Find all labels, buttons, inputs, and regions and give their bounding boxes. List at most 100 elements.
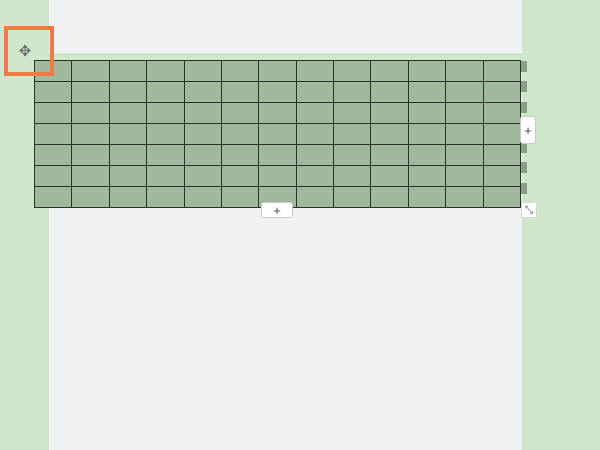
table-cell[interactable]: [33, 123, 73, 145]
add-column-button[interactable]: +: [520, 116, 536, 144]
table-cell[interactable]: [183, 60, 222, 82]
table-grid[interactable]: [33, 60, 521, 208]
table-cell[interactable]: [108, 186, 148, 208]
table-cell[interactable]: [370, 186, 409, 208]
table-cell[interactable]: [33, 102, 73, 124]
table-cell[interactable]: [146, 144, 185, 166]
table-cell[interactable]: [295, 123, 335, 145]
table-cell[interactable]: [332, 102, 372, 124]
table-cell[interactable]: [407, 165, 447, 187]
table-cell[interactable]: [332, 123, 372, 145]
table-move-handle[interactable]: ✥: [14, 40, 36, 62]
table-cell[interactable]: [445, 186, 484, 208]
table-cell[interactable]: [332, 165, 372, 187]
table-cell[interactable]: [183, 165, 222, 187]
row-handle[interactable]: [521, 162, 527, 174]
table-cell[interactable]: [33, 186, 73, 208]
row-handle[interactable]: [521, 61, 527, 72]
table-cell[interactable]: [445, 144, 484, 166]
table-cell[interactable]: [370, 102, 409, 124]
table-cell[interactable]: [370, 81, 409, 103]
row-handle[interactable]: [521, 81, 527, 93]
table-cell[interactable]: [183, 102, 222, 124]
table-cell[interactable]: [482, 123, 521, 145]
table[interactable]: [33, 60, 521, 208]
add-row-button[interactable]: +: [261, 202, 293, 218]
table-cell[interactable]: [407, 81, 447, 103]
table-cell[interactable]: [482, 144, 521, 166]
table-cell[interactable]: [108, 81, 148, 103]
table-cell[interactable]: [295, 60, 335, 82]
table-cell[interactable]: [407, 60, 447, 82]
row-handle[interactable]: [521, 182, 527, 194]
table-cell[interactable]: [407, 102, 447, 124]
table-cell[interactable]: [146, 123, 185, 145]
table-cell[interactable]: [482, 102, 521, 124]
table-cell[interactable]: [295, 102, 335, 124]
table-cell[interactable]: [108, 165, 148, 187]
table-cell[interactable]: [108, 144, 148, 166]
table-cell[interactable]: [183, 123, 222, 145]
table-cell[interactable]: [71, 60, 110, 82]
table-cell[interactable]: [220, 102, 260, 124]
table-cell[interactable]: [71, 165, 110, 187]
table-cell[interactable]: [33, 165, 73, 187]
table-cell[interactable]: [33, 144, 73, 166]
table-cell[interactable]: [482, 186, 521, 208]
table-cell[interactable]: [332, 144, 372, 166]
table-cell[interactable]: [183, 81, 222, 103]
table-cell[interactable]: [482, 60, 521, 82]
table-cell[interactable]: [445, 60, 484, 82]
table-cell[interactable]: [295, 165, 335, 187]
table-cell[interactable]: [258, 81, 297, 103]
table-cell[interactable]: [445, 165, 484, 187]
table-cell[interactable]: [445, 102, 484, 124]
table-cell[interactable]: [370, 144, 409, 166]
table-cell[interactable]: [258, 165, 297, 187]
table-cell[interactable]: [71, 186, 110, 208]
table-cell[interactable]: [71, 102, 110, 124]
table-resize-handle[interactable]: ⤡: [521, 202, 537, 218]
row-handle[interactable]: [521, 101, 527, 113]
table-cell[interactable]: [71, 144, 110, 166]
table-cell[interactable]: [183, 144, 222, 166]
table-cell[interactable]: [220, 144, 260, 166]
table-cell[interactable]: [108, 102, 148, 124]
table-cell[interactable]: [407, 144, 447, 166]
table-cell[interactable]: [370, 123, 409, 145]
table-cell[interactable]: [295, 144, 335, 166]
table-cell[interactable]: [146, 165, 185, 187]
table-cell[interactable]: [108, 123, 148, 145]
table-cell[interactable]: [108, 60, 148, 82]
table-cell[interactable]: [295, 186, 335, 208]
table-cell[interactable]: [258, 144, 297, 166]
table-cell[interactable]: [258, 102, 297, 124]
table-cell[interactable]: [220, 123, 260, 145]
table-cell[interactable]: [146, 186, 185, 208]
table-cell[interactable]: [295, 81, 335, 103]
table-cell[interactable]: [220, 165, 260, 187]
table-cell[interactable]: [370, 165, 409, 187]
table-cell[interactable]: [258, 60, 297, 82]
table-cell[interactable]: [332, 60, 372, 82]
table-cell[interactable]: [370, 60, 409, 82]
table-cell[interactable]: [220, 186, 260, 208]
table-cell[interactable]: [71, 123, 110, 145]
table-cell[interactable]: [445, 81, 484, 103]
table-cell[interactable]: [33, 81, 73, 103]
table-cell[interactable]: [445, 123, 484, 145]
table-cell[interactable]: [407, 186, 447, 208]
table-cell[interactable]: [146, 60, 185, 82]
table-cell[interactable]: [33, 60, 73, 82]
table-cell[interactable]: [146, 102, 185, 124]
table-cell[interactable]: [332, 81, 372, 103]
table-cell[interactable]: [482, 165, 521, 187]
table-cell[interactable]: [71, 81, 110, 103]
table-cell[interactable]: [407, 123, 447, 145]
table-cell[interactable]: [258, 123, 297, 145]
table-cell[interactable]: [220, 81, 260, 103]
table-cell[interactable]: [332, 186, 372, 208]
table-cell[interactable]: [146, 81, 185, 103]
table-cell[interactable]: [183, 186, 222, 208]
table-cell[interactable]: [220, 60, 260, 82]
